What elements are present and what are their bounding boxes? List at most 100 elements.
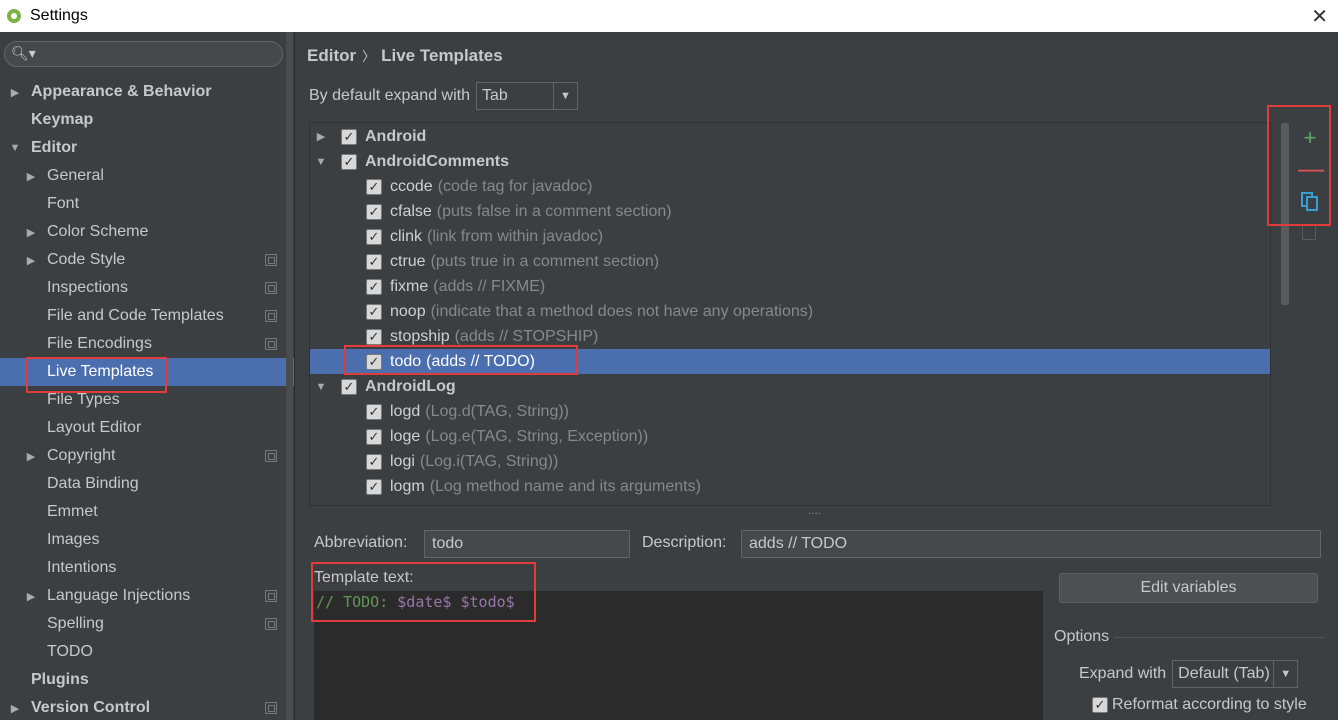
template-checkbox[interactable]: ✓ xyxy=(366,328,382,345)
template-item-clink[interactable]: ✓ clink (link from within javadoc) xyxy=(310,224,1270,249)
expand-down-icon[interactable]: ▼ xyxy=(314,156,328,168)
splitter-handle[interactable]: ‥‥ xyxy=(808,506,821,517)
sidebar-item-intentions[interactable]: Intentions xyxy=(0,554,294,582)
template-checkbox[interactable]: ✓ xyxy=(366,453,382,470)
template-item-cfalse[interactable]: ✓ cfalse (puts false in a comment section) xyxy=(310,199,1270,224)
chevron-down-icon[interactable]: ▼ xyxy=(1273,661,1297,687)
template-item-ctrue[interactable]: ✓ ctrue (puts true in a comment section) xyxy=(310,249,1270,274)
template-checkbox[interactable]: ✓ xyxy=(366,253,382,270)
abbreviation-field[interactable]: todo xyxy=(424,530,630,558)
sidebar-item-todo[interactable]: TODO xyxy=(0,638,294,666)
default-expand-row: By default expand with Tab ▼ xyxy=(309,82,578,110)
template-item-fixme[interactable]: ✓ fixme (adds // FIXME) xyxy=(310,274,1270,299)
sidebar-item-file-and-code-templates[interactable]: File and Code Templates xyxy=(0,302,294,330)
template-item-logm[interactable]: ✓ logm (Log method name and its arguments) xyxy=(310,474,1270,499)
template-checkbox[interactable]: ✓ xyxy=(366,428,382,445)
sidebar-item-file-encodings[interactable]: File Encodings xyxy=(0,330,294,358)
template-checkbox[interactable]: ✓ xyxy=(366,478,382,495)
sidebar-item-copyright[interactable]: ▶ Copyright xyxy=(0,442,294,470)
expand-right-icon[interactable]: ▶ xyxy=(25,590,37,603)
template-item-logd[interactable]: ✓ logd (Log.d(TAG, String)) xyxy=(310,399,1270,424)
sidebar-item-keymap[interactable]: Keymap xyxy=(0,106,294,134)
template-checkbox[interactable]: ✓ xyxy=(366,403,382,420)
breadcrumb-separator: 〉 xyxy=(362,49,376,64)
template-group-androidlog[interactable]: ▼ ✓ AndroidLog xyxy=(310,374,1270,399)
expand-right-icon[interactable]: ▶ xyxy=(9,702,21,715)
template-name: ccode xyxy=(390,177,433,195)
template-text: loge (Log.e(TAG, String, Exception)) xyxy=(390,428,648,446)
sidebar-item-images[interactable]: Images xyxy=(0,526,294,554)
expand-right-icon[interactable]: ▶ xyxy=(314,130,328,143)
sidebar-item-font[interactable]: Font xyxy=(0,190,294,218)
sidebar-item-file-types[interactable]: File Types xyxy=(0,386,294,414)
expand-with-select[interactable]: Default (Tab) ▼ xyxy=(1172,660,1299,688)
sidebar-item-spelling[interactable]: Spelling xyxy=(0,610,294,638)
template-group-android[interactable]: ▶ ✓ Android xyxy=(310,124,1270,149)
chevron-down-icon[interactable]: ▼ xyxy=(553,83,577,109)
expand-down-icon[interactable]: ▼ xyxy=(9,142,21,154)
remove-icon[interactable]: — xyxy=(1298,155,1324,182)
template-item-noop[interactable]: ✓ noop (indicate that a method does not ha… xyxy=(310,299,1270,324)
sidebar-item-layout-editor[interactable]: Layout Editor xyxy=(0,414,294,442)
expand-right-icon[interactable]: ▶ xyxy=(25,450,37,463)
template-item-stopship[interactable]: ✓ stopship (adds // STOPSHIP) xyxy=(310,324,1270,349)
sidebar-item-language-injections[interactable]: ▶ Language Injections xyxy=(0,582,294,610)
template-checkbox[interactable]: ✓ xyxy=(366,353,382,370)
template-checkbox[interactable]: ✓ xyxy=(366,178,382,195)
template-name: todo xyxy=(390,352,422,370)
sidebar-item-plugins[interactable]: Plugins xyxy=(0,666,294,694)
sidebar-item-live-templates[interactable]: Live Templates xyxy=(0,358,294,386)
description-label: Description: xyxy=(642,534,727,551)
copy-icon[interactable] xyxy=(1298,190,1322,214)
expand-right-icon[interactable]: ▶ xyxy=(25,254,37,267)
sidebar-item-editor[interactable]: ▼ Editor xyxy=(0,134,294,162)
sidebar-item-label: Data Binding xyxy=(47,475,139,492)
project-level-icon xyxy=(265,282,277,294)
templates-scrollbar[interactable] xyxy=(1281,123,1289,305)
template-description: (Log method name and its arguments) xyxy=(429,477,701,495)
template-checkbox[interactable]: ✓ xyxy=(366,303,382,320)
default-expand-select[interactable]: Tab ▼ xyxy=(476,82,578,110)
template-item-ccode[interactable]: ✓ ccode (code tag for javadoc) xyxy=(310,174,1270,199)
expand-with-row: Expand with Default (Tab) ▼ xyxy=(1079,660,1299,688)
sidebar-item-label: Emmet xyxy=(47,503,98,520)
template-checkbox[interactable]: ✓ xyxy=(366,278,382,295)
sidebar-item-version-control[interactable]: ▶ Version Control xyxy=(0,694,294,720)
template-description: (code tag for javadoc) xyxy=(437,177,593,195)
expand-down-icon[interactable]: ▼ xyxy=(314,381,328,393)
template-text-editor[interactable]: // TODO: $date$ $todo$ xyxy=(314,591,1043,720)
sidebar-item-general[interactable]: ▶ General xyxy=(0,162,294,190)
template-text: ctrue (puts true in a comment section) xyxy=(390,253,659,271)
add-icon[interactable]: + xyxy=(1298,126,1322,150)
template-item-todo[interactable]: ✓ todo (adds // TODO) xyxy=(310,349,1270,374)
sidebar-item-code-style[interactable]: ▶ Code Style xyxy=(0,246,294,274)
sidebar-item-emmet[interactable]: Emmet xyxy=(0,498,294,526)
sidebar-item-color-scheme[interactable]: ▶ Color Scheme xyxy=(0,218,294,246)
sidebar-item-label: Intentions xyxy=(47,559,117,576)
template-text: logi (Log.i(TAG, String)) xyxy=(390,453,558,471)
sidebar-item-inspections[interactable]: Inspections xyxy=(0,274,294,302)
template-group-name: AndroidLog xyxy=(365,377,456,395)
group-checkbox[interactable]: ✓ xyxy=(341,153,357,170)
template-checkbox[interactable]: ✓ xyxy=(366,203,382,220)
search-input[interactable]: 🔍︎▾ xyxy=(4,41,283,67)
template-group-androidcomments[interactable]: ▼ ✓ AndroidComments xyxy=(310,149,1270,174)
group-checkbox[interactable]: ✓ xyxy=(341,128,357,145)
template-item-logi[interactable]: ✓ logi (Log.i(TAG, String)) xyxy=(310,449,1270,474)
reformat-checkbox[interactable]: ✓ xyxy=(1092,697,1108,713)
default-expand-label: By default expand with xyxy=(309,87,470,104)
sidebar-scrollbar[interactable] xyxy=(286,32,293,720)
reformat-row: ✓ Reformat according to style xyxy=(1092,696,1307,714)
expand-with-value: Default (Tab) xyxy=(1178,665,1270,682)
description-field[interactable]: adds // TODO xyxy=(741,530,1321,558)
expand-right-icon[interactable]: ▶ xyxy=(25,170,37,183)
sidebar-item-data-binding[interactable]: Data Binding xyxy=(0,470,294,498)
expand-right-icon[interactable]: ▶ xyxy=(9,86,21,99)
expand-right-icon[interactable]: ▶ xyxy=(25,226,37,239)
group-checkbox[interactable]: ✓ xyxy=(341,378,357,395)
close-icon[interactable]: ✕ xyxy=(1311,4,1328,29)
template-checkbox[interactable]: ✓ xyxy=(366,228,382,245)
sidebar-item-appearance-behavior[interactable]: ▶ Appearance & Behavior xyxy=(0,78,294,106)
edit-variables-button[interactable]: Edit variables xyxy=(1059,573,1318,603)
template-item-loge[interactable]: ✓ loge (Log.e(TAG, String, Exception)) xyxy=(310,424,1270,449)
